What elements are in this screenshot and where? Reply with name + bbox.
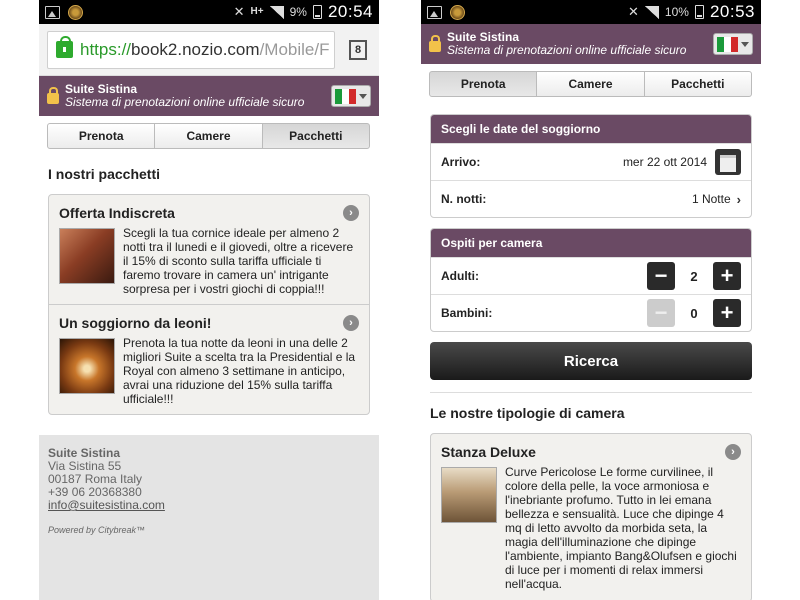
package-thumbnail (59, 228, 115, 284)
children-stepper: − 0 + (647, 299, 741, 327)
adults-plus-button[interactable]: + (713, 262, 741, 290)
guests-header: Ospiti per camera (431, 229, 751, 257)
signal-icon (269, 5, 284, 19)
status-bar: ✕ H+ 9% 20:54 (39, 0, 379, 24)
children-value: 0 (690, 305, 698, 321)
tab-camere[interactable]: Camere (536, 71, 645, 97)
url-path: /Mobile/F (259, 39, 330, 59)
powered-by: Powered by Citybreak™ (48, 525, 146, 535)
dates-panel: Scegli le date del soggiorno Arrivo: mer… (430, 114, 752, 218)
lock-icon (47, 86, 59, 104)
children-plus-button[interactable]: + (713, 299, 741, 327)
rooms-title: Le nostre tipologie di camera (430, 405, 625, 421)
clock: 20:53 (709, 2, 755, 21)
package-thumbnail (59, 338, 115, 394)
dates-header: Scegli le date del soggiorno (431, 115, 751, 143)
url-host: book2.nozio.com (131, 39, 260, 59)
chevron-right-icon: › (343, 205, 359, 221)
brand-header: Suite Sistina Sistema di prenotazioni on… (421, 24, 761, 64)
section-title: I nostri pacchetti (48, 166, 161, 182)
phone-screen-right: ✕ 10% 20:53 Suite Sistina Sistema di pre… (421, 0, 761, 600)
calendar-icon[interactable] (715, 149, 741, 175)
status-bar: ✕ 10% 20:53 (421, 0, 761, 24)
tab-camere[interactable]: Camere (154, 123, 263, 149)
app-icon (450, 4, 465, 20)
search-button[interactable]: Ricerca (430, 342, 752, 380)
language-select[interactable] (331, 85, 371, 107)
mute-icon: ✕ (628, 4, 639, 19)
room-card[interactable]: Stanza Deluxe › Curve Pericolose Le form… (430, 433, 752, 600)
secure-lock-icon (56, 36, 73, 58)
chevron-right-icon: › (343, 315, 359, 331)
brand-tagline: Sistema di prenotazioni online ufficiale… (447, 43, 687, 57)
nav-tabs: Prenota Camere Pacchetti (39, 116, 379, 156)
battery-icon (312, 5, 322, 19)
phone-screen-left: ✕ H+ 9% 20:54 https://book2.nozio.com/Mo… (39, 0, 379, 600)
footer-email-link[interactable]: info@suitesistina.com (48, 499, 370, 512)
clock: 20:54 (327, 2, 373, 21)
adults-label: Adulti: (441, 269, 479, 283)
chevron-right-icon: › (736, 191, 741, 207)
package-card[interactable]: Offerta Indiscreta › Scegli la tua corni… (49, 195, 369, 305)
package-description: Scegli la tua cornice ideale per almeno … (123, 226, 354, 296)
footer: Suite Sistina Via Sistina 55 00187 Roma … (39, 435, 379, 600)
tab-count-button[interactable]: 8 (349, 39, 367, 60)
browser-url-bar: https://book2.nozio.com/Mobile/F 8 (39, 24, 379, 76)
language-select[interactable] (713, 33, 753, 55)
package-title: Un soggiorno da leoni! (59, 315, 212, 331)
network-type: H+ (250, 6, 264, 17)
arrival-value[interactable]: mer 22 ott 2014 (623, 155, 707, 169)
battery-icon (694, 5, 704, 19)
image-icon (45, 5, 60, 19)
flag-italy-icon (717, 36, 738, 52)
arrival-row[interactable]: Arrivo: mer 22 ott 2014 (431, 143, 751, 180)
chevron-down-icon (741, 41, 749, 47)
tab-prenota[interactable]: Prenota (47, 123, 156, 149)
app-icon (68, 4, 83, 20)
tab-pacchetti[interactable]: Pacchetti (261, 123, 370, 149)
signal-icon (644, 5, 659, 19)
brand-header: Suite Sistina Sistema di prenotazioni on… (39, 76, 379, 116)
adults-minus-button[interactable]: − (647, 262, 675, 290)
mute-icon: ✕ (233, 4, 245, 19)
battery-percent: 10% (664, 5, 689, 19)
children-row: Bambini: − 0 + (431, 294, 751, 331)
children-label: Bambini: (441, 306, 493, 320)
nav-tabs: Prenota Camere Pacchetti (421, 64, 761, 104)
tab-pacchetti[interactable]: Pacchetti (643, 71, 752, 97)
chevron-right-icon: › (725, 444, 741, 460)
room-thumbnail (441, 467, 497, 523)
battery-percent: 9% (289, 5, 307, 19)
package-title: Offerta Indiscreta (59, 205, 175, 221)
package-card[interactable]: Un soggiorno da leoni! › Prenota la tua … (49, 305, 369, 414)
nights-row[interactable]: N. notti: 1 Notte › (431, 180, 751, 217)
url-scheme: https:// (80, 39, 132, 59)
room-description: Curve Pericolose Le forme curvilinee, il… (505, 465, 737, 591)
brand-tagline: Sistema di prenotazioni online ufficiale… (65, 95, 305, 109)
nights-label: N. notti: (441, 192, 487, 206)
package-description: Prenota la tua notte da leoni in una del… (123, 336, 356, 406)
adults-stepper: − 2 + (647, 262, 741, 290)
lock-icon (429, 34, 441, 52)
adults-value: 2 (690, 268, 698, 284)
arrival-label: Arrivo: (441, 155, 481, 169)
package-list: Offerta Indiscreta › Scegli la tua corni… (48, 194, 370, 415)
chevron-down-icon (359, 93, 367, 99)
guests-panel: Ospiti per camera Adulti: − 2 + Bambini:… (430, 228, 752, 332)
flag-italy-icon (335, 88, 356, 104)
adults-row: Adulti: − 2 + (431, 257, 751, 294)
room-title: Stanza Deluxe (441, 444, 536, 460)
tab-prenota[interactable]: Prenota (429, 71, 538, 97)
nights-value[interactable]: 1 Notte (692, 192, 731, 206)
children-minus-button[interactable]: − (647, 299, 675, 327)
image-icon (427, 5, 442, 19)
url-field[interactable]: https://book2.nozio.com/Mobile/F (47, 30, 335, 69)
